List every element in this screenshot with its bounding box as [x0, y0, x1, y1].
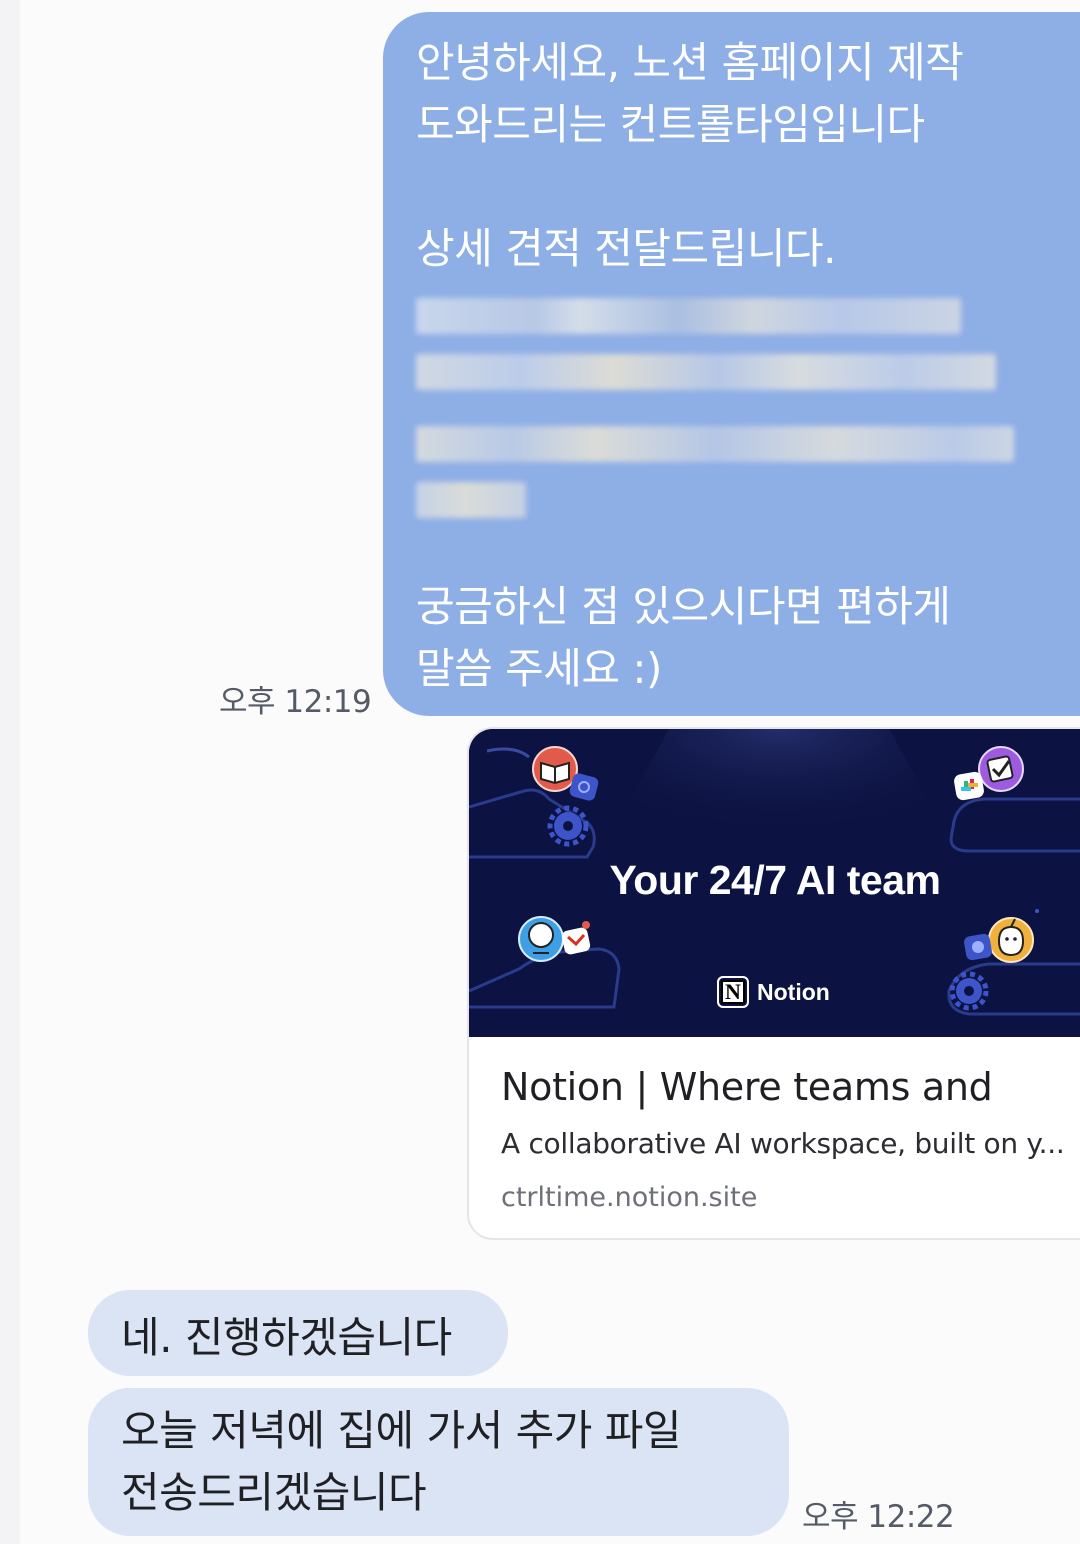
message-line: 상세 견적 전달드립니다. [416, 224, 836, 273]
message-line: 말씀 주세요 :) [416, 644, 662, 693]
message-timestamp: 오후 12:19 [219, 684, 372, 720]
message-line: 안녕하세요, 노션 홈페이지 제작 [416, 38, 964, 87]
hero-brand-name: Notion [757, 978, 830, 1005]
link-preview-body: Notion | Where teams and A collaborative… [501, 1049, 1067, 1213]
slack-icon [954, 771, 984, 801]
link-preview-description: A collaborative AI workspace, built on y… [501, 1127, 1065, 1160]
blurred-line [416, 426, 1014, 462]
message-line: 전송드리겠습니다 [121, 1468, 427, 1517]
incoming-message-bubble[interactable]: 네. 진행하겠습니다 [88, 1290, 508, 1376]
hero-title: Your 24/7 AI team [609, 857, 941, 903]
blurred-line [416, 482, 526, 518]
blurred-line [416, 354, 996, 390]
apple-icon [988, 917, 1034, 963]
notion-logo-icon: N [717, 976, 749, 1008]
link-preview-image: Your 24/7 AI team N Notion [469, 729, 1080, 1037]
message-line: 오늘 저녁에 집에 가서 추가 파일 [121, 1406, 682, 1455]
blurred-content [416, 298, 1016, 538]
book-icon [532, 746, 578, 792]
notion-logo-letter: N [721, 980, 745, 1004]
blurred-line [416, 298, 961, 334]
checkmark-icon [978, 746, 1024, 792]
incoming-message-bubble[interactable]: 오늘 저녁에 집에 가서 추가 파일 전송드리겠습니다 [88, 1388, 789, 1536]
hero-brand: N Notion [717, 972, 830, 1012]
link-preview-title: Notion | Where teams and [501, 1065, 993, 1109]
left-edge-strip [0, 0, 20, 1544]
globe-icon [518, 916, 564, 962]
message-timestamp: 오후 12:22 [802, 1499, 955, 1535]
outgoing-message-bubble[interactable]: 안녕하세요, 노션 홈페이지 제작 도와드리는 컨트롤타임입니다 상세 견적 전… [383, 12, 1080, 716]
link-preview-card[interactable]: Your 24/7 AI team N Notion Notion | Wher… [467, 727, 1080, 1240]
link-preview-url[interactable]: ctrltime.notion.site [501, 1182, 1067, 1213]
message-line: 궁금하신 점 있으시다면 편하게 [416, 582, 951, 631]
message-line: 네. 진행하겠습니다 [121, 1313, 452, 1362]
message-line: 도와드리는 컨트롤타임입니다 [416, 100, 925, 149]
gear-icon [949, 971, 989, 1011]
